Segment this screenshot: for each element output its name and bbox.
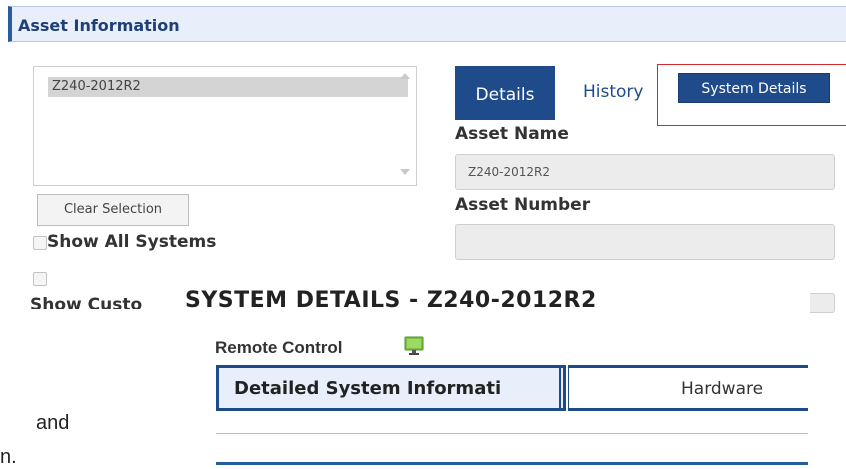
asset-information-header: Asset Information [8, 6, 846, 42]
asset-name-field[interactable]: Z240-2012R2 [455, 154, 835, 190]
show-all-systems-checkbox[interactable] [33, 236, 47, 250]
asset-number-label: Asset Number [455, 195, 591, 215]
show-custom-label: Show Custo [30, 295, 143, 309]
system-details-button[interactable]: System Details [678, 73, 830, 103]
show-custom-checkbox[interactable] [33, 272, 47, 286]
background-text-fragment: n. [0, 446, 17, 468]
clear-selection-button[interactable]: Clear Selection [37, 194, 189, 226]
remote-control-label: Remote Control [215, 338, 343, 357]
section-title: Asset Information [18, 16, 180, 35]
asset-number-field[interactable] [455, 224, 835, 260]
tab-label: Hardware [681, 379, 764, 399]
tab-details[interactable]: Details [455, 66, 555, 120]
system-listbox[interactable]: Z240-2012R2 [33, 66, 417, 186]
tab-label: Detailed System Informati [234, 378, 502, 399]
background-text-fragment: and [36, 412, 70, 434]
tab-hardware[interactable]: Hardware [568, 365, 808, 411]
asset-name-label: Asset Name [455, 124, 569, 144]
tab-history[interactable]: History [583, 82, 643, 102]
tab-divider [559, 368, 561, 408]
tab-detailed-system-information[interactable]: Detailed System Informati [216, 365, 566, 411]
system-details-panel: SYSTEM DETAILS - Z240-2012R2 Remote Cont… [170, 268, 810, 465]
scroll-up-icon[interactable] [400, 73, 410, 79]
divider [216, 433, 808, 434]
show-all-systems-label: Show All Systems [47, 232, 217, 252]
panel-title: SYSTEM DETAILS - Z240-2012R2 [185, 288, 597, 313]
list-item-selected[interactable]: Z240-2012R2 [48, 77, 408, 97]
monitor-icon[interactable] [404, 335, 424, 357]
scroll-down-icon[interactable] [400, 169, 410, 175]
